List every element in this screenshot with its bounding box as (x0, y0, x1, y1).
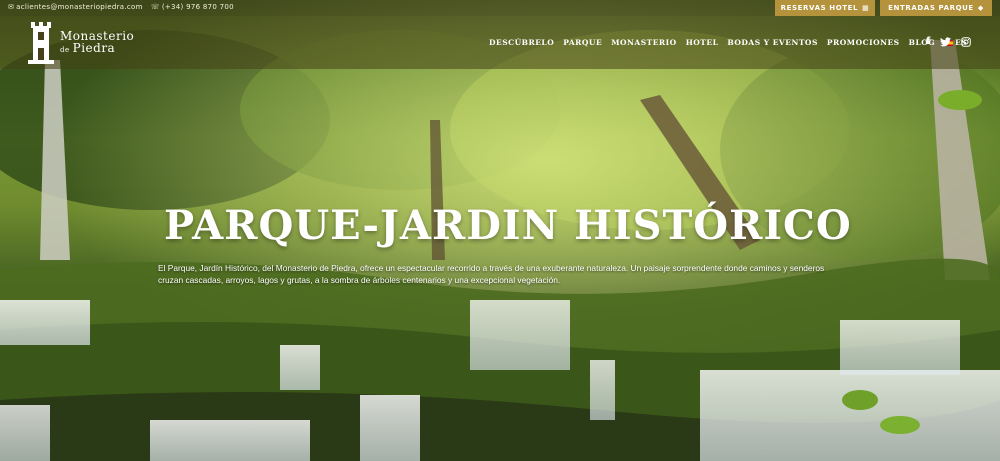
site-logo[interactable]: Monasterio de Piedra (28, 20, 134, 64)
ticket-icon: ◆ (977, 4, 984, 12)
main-menu: DESCÚBRELO PARQUE MONASTERIO HOTEL BODAS… (489, 38, 967, 47)
twitter-icon[interactable] (940, 36, 952, 47)
calendar-icon: ▦ (862, 4, 870, 12)
entradas-parque-button[interactable]: ENTRADAS PARQUE ◆ (880, 0, 992, 16)
logo-wordmark: Monasterio de Piedra (60, 30, 134, 54)
reservas-hotel-button[interactable]: RESERVAS HOTEL ▦ (775, 0, 875, 16)
tower-logo-icon (28, 22, 54, 64)
contact-info: ✉ aclientes@monasteriopiedra.com ☏ (+34) 9… (8, 3, 234, 11)
menu-item-descubrelo[interactable]: DESCÚBRELO (489, 38, 554, 47)
menu-item-parque[interactable]: PARQUE (563, 38, 602, 47)
email-link[interactable]: ✉ aclientes@monasteriopiedra.com (8, 3, 143, 11)
email-text: aclientes@monasteriopiedra.com (16, 3, 143, 11)
phone-icon: ☏ (150, 3, 160, 11)
menu-item-monasterio[interactable]: MONASTERIO (611, 38, 677, 47)
menu-item-hotel[interactable]: HOTEL (686, 38, 719, 47)
top-bar: ✉ aclientes@monasteriopiedra.com ☏ (+34) 9… (0, 0, 1000, 16)
logo-piedra: Piedra (72, 41, 116, 55)
phone-link[interactable]: ☏ (+34) 976 870 700 (151, 3, 234, 11)
facebook-icon[interactable]: f (926, 36, 930, 47)
instagram-icon[interactable] (961, 36, 972, 47)
hero-description: El Parque, Jardín Histórico, del Monaste… (158, 263, 825, 285)
menu-item-promociones[interactable]: PROMOCIONES (827, 38, 900, 47)
menu-item-bodas-eventos[interactable]: BODAS Y EVENTOS (727, 38, 817, 47)
envelope-icon: ✉ (8, 3, 15, 11)
hero-title: PARQUE-JARDIN HISTÓRICO (164, 202, 852, 249)
social-links: f (926, 36, 972, 47)
phone-text: (+34) 976 870 700 (161, 3, 234, 11)
entradas-parque-label: ENTRADAS PARQUE (888, 4, 974, 12)
logo-line-piedra: de Piedra (60, 42, 134, 54)
reservas-hotel-label: RESERVAS HOTEL (780, 4, 859, 12)
logo-de: de (60, 46, 70, 54)
